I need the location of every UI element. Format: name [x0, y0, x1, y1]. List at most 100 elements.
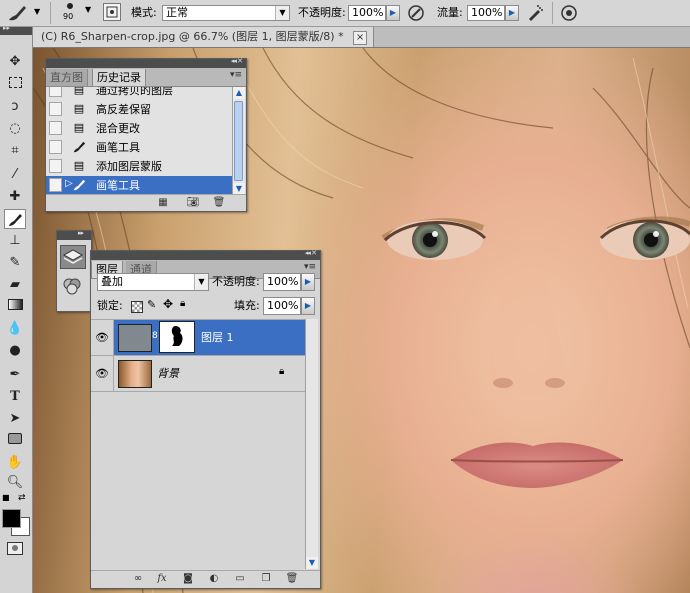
layer-opacity-slider-button[interactable]: ▶ [301, 273, 315, 291]
swap-colors-icon[interactable]: ⇄ [18, 493, 28, 503]
snapshot-camera-icon[interactable]: 📷︎ [186, 196, 200, 210]
panel-collapse-icon[interactable]: ◂◂ ✕ [231, 57, 243, 65]
tab-history[interactable]: 历史记录 [92, 69, 146, 86]
lasso-tool-icon[interactable]: ↄ [4, 97, 26, 117]
new-document-from-state-icon[interactable]: ▦ [156, 196, 170, 210]
collapse-icon[interactable]: ▸▸ [3, 24, 10, 32]
dock-expand-icon[interactable]: ▸▸ [78, 229, 84, 237]
blend-mode-select[interactable]: 叠加 ▼ [97, 273, 209, 291]
history-snapshot-checkbox[interactable] [49, 178, 62, 192]
layer-name[interactable]: 背景 [157, 356, 179, 391]
fill-slider-button[interactable]: ▶ [301, 297, 315, 315]
path-selection-tool-icon[interactable]: ➤ [4, 409, 26, 429]
lock-pixels-icon[interactable]: ✎ [147, 298, 156, 311]
adjustment-layer-icon[interactable]: ◐ [207, 572, 221, 586]
visibility-eye-icon[interactable]: 👁︎ [91, 356, 114, 391]
layer-style-fx-icon[interactable]: fx [155, 572, 169, 586]
new-layer-icon[interactable]: ❐ [259, 572, 273, 586]
scroll-up-icon[interactable]: ▲ [233, 87, 245, 99]
tool-preset-picker[interactable]: ▼ [6, 3, 42, 23]
layer-row[interactable]: 👁︎ 背景 🔒︎ [91, 356, 317, 392]
brush-tool-icon[interactable] [4, 209, 26, 229]
panel-menu-icon[interactable]: ▾≡ [230, 70, 242, 80]
document-tab[interactable]: (C) R6_Sharpen-crop.jpg @ 66.7% (图层 1, 图… [33, 27, 375, 47]
history-snapshot-checkbox[interactable] [49, 121, 62, 135]
layers-dock-button[interactable] [60, 245, 86, 269]
panel-collapse-icon[interactable]: ◂◂ ✕ [305, 249, 317, 257]
close-icon[interactable]: × [353, 31, 368, 45]
lock-transparency-icon[interactable] [131, 301, 143, 313]
mode-select[interactable]: 正常 ▼ [162, 5, 290, 21]
pen-tool-icon[interactable]: ✒ [4, 365, 26, 385]
new-group-icon[interactable]: ▭ [233, 572, 247, 586]
history-snapshot-checkbox[interactable] [49, 102, 62, 116]
hand-tool-icon[interactable]: ✋ [4, 453, 26, 473]
lock-position-icon[interactable]: ✥ [163, 297, 173, 311]
history-item[interactable]: ▤ 通过拷贝的图层 [46, 87, 232, 101]
link-layers-icon[interactable]: ∞ [131, 572, 145, 586]
history-item[interactable]: ▤ 添加图层蒙版 [46, 157, 232, 177]
tablet-size-button[interactable] [560, 4, 578, 22]
zoom-tool-icon[interactable]: 🔍︎ [4, 473, 26, 493]
foreground-color-swatch[interactable] [2, 509, 21, 528]
trash-icon[interactable]: 🗑︎ [212, 196, 226, 210]
brush-panel-toggle[interactable] [103, 3, 121, 21]
gradient-tool-icon[interactable] [4, 297, 26, 317]
trash-icon[interactable]: 🗑︎ [285, 572, 299, 586]
quick-selection-tool-icon[interactable]: ◌ [4, 119, 26, 139]
flow-slider-button[interactable]: ▶ [505, 5, 519, 21]
scroll-thumb[interactable] [234, 101, 243, 181]
layer-mask-thumbnail[interactable] [159, 321, 195, 353]
blur-tool-icon[interactable]: 💧 [4, 319, 26, 339]
dodge-tool-icon[interactable]: ● [4, 341, 26, 361]
history-panel-titlebar[interactable]: ◂◂ ✕ [46, 57, 246, 68]
eyedropper-tool-icon[interactable]: ⁄ [4, 165, 26, 185]
opacity-slider-button[interactable]: ▶ [386, 5, 400, 21]
layers-panel-titlebar[interactable]: ◂◂ ✕ [91, 249, 320, 260]
dock-titlebar[interactable]: ▸▸ [57, 229, 91, 240]
visibility-eye-icon[interactable]: 👁︎ [91, 320, 114, 355]
layer-opacity-input[interactable]: 100% [263, 273, 301, 291]
eraser-tool-icon[interactable]: ▰ [4, 275, 26, 295]
history-item[interactable]: ▤ 高反差保留 [46, 100, 232, 120]
link-chain-icon[interactable]: 8 [152, 331, 158, 341]
flow-input[interactable]: 100% [467, 5, 505, 21]
shape-tool-icon[interactable] [4, 431, 26, 451]
clone-stamp-tool-icon[interactable]: ⊥ [4, 231, 26, 251]
quick-mask-button[interactable] [7, 542, 23, 555]
layers-scrollbar[interactable]: ▼ [305, 319, 318, 569]
brush-size-picker[interactable]: 90 ▼ [58, 1, 96, 25]
layer-thumbnail [118, 324, 152, 352]
healing-brush-tool-icon[interactable]: ✚ [4, 187, 26, 207]
airbrush-button[interactable] [526, 4, 544, 22]
history-item[interactable]: 画笔工具 [46, 138, 232, 158]
history-item[interactable]: ▤ 混合更改 [46, 119, 232, 139]
add-mask-icon[interactable]: ◙ [181, 572, 195, 586]
history-snapshot-checkbox[interactable] [49, 87, 62, 97]
tab-histogram[interactable]: 直方图 [46, 69, 88, 86]
arrow-right-icon: ▶ [508, 8, 516, 17]
document-icon: ▤ [73, 159, 85, 172]
default-colors-icon[interactable]: ■ [2, 493, 12, 503]
crop-tool-icon[interactable]: ⌗ [4, 141, 26, 161]
panel-menu-icon[interactable]: ▾≡ [304, 262, 316, 272]
quick-mask-icon [12, 545, 18, 551]
opacity-input[interactable]: 100% [348, 5, 386, 21]
tools-panel: ▸▸ ✥ ↄ ◌ ⌗ ⁄ ✚ ⊥ ✎ ▰ 💧 ● ✒ T ➤ ✋ 🔍︎ ■ ⇄ [0, 24, 33, 593]
lock-all-icon[interactable]: 🔒︎ [180, 298, 185, 309]
tablet-opacity-button[interactable] [407, 4, 425, 22]
channels-dock-button[interactable] [60, 275, 86, 299]
history-snapshot-checkbox[interactable] [49, 140, 62, 154]
move-tool-icon[interactable]: ✥ [4, 52, 26, 72]
layer-name[interactable]: 图层 1 [201, 320, 234, 355]
history-snapshot-checkbox[interactable] [49, 159, 62, 173]
fill-input[interactable]: 100% [263, 297, 301, 315]
scroll-down-icon[interactable]: ▼ [306, 557, 318, 569]
history-scrollbar[interactable]: ▲ ▼ [232, 87, 245, 195]
layer-row[interactable]: 👁︎ 8 图层 1 [91, 320, 317, 356]
history-item-current[interactable]: ▷ 画笔工具 [46, 176, 232, 195]
marquee-tool-icon[interactable] [4, 75, 26, 95]
brush-icon [71, 177, 87, 193]
history-brush-tool-icon[interactable]: ✎ [4, 253, 26, 273]
type-tool-icon[interactable]: T [4, 387, 26, 407]
